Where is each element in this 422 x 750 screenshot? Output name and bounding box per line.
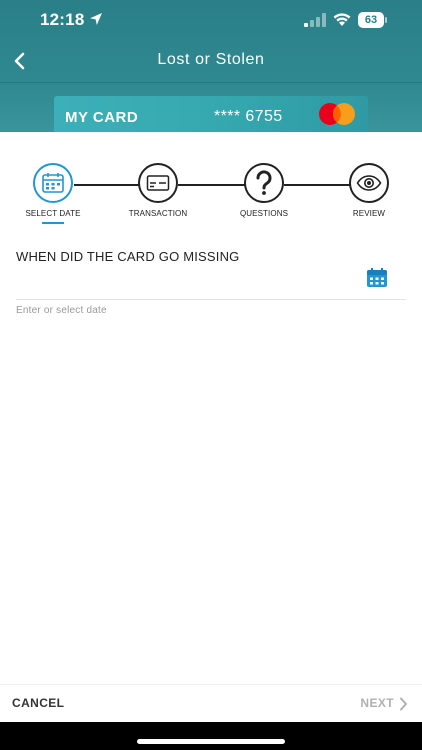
step-label: SELECT DATE	[25, 209, 81, 218]
step-circle	[138, 163, 178, 203]
battery-tip	[385, 17, 387, 23]
chevron-right-icon[interactable]	[399, 697, 408, 711]
active-step-indicator	[42, 222, 64, 224]
home-indicator-area	[0, 722, 422, 750]
step-label: TRANSACTION	[128, 209, 188, 218]
header: 12:18 63 Lost or Stolen MY CARD **** 675…	[0, 0, 422, 132]
card-number: **** 6755	[214, 108, 283, 125]
step-review[interactable]: REVIEW	[329, 162, 409, 232]
page-title: Lost or Stolen	[157, 51, 265, 68]
step-questions[interactable]: QUESTIONS	[224, 162, 304, 232]
card-summary: MY CARD **** 6755	[54, 96, 368, 132]
progress-stepper: SELECT DATE TRANSACTION QUESTIONS REVIEW	[0, 162, 422, 232]
status-bar: 12:18 63	[0, 0, 422, 40]
location-arrow-icon	[90, 13, 102, 25]
header-divider	[0, 82, 422, 83]
step-circle	[244, 163, 284, 203]
main-content: SELECT DATE TRANSACTION QUESTIONS REVIEW…	[0, 132, 422, 684]
card-name: MY CARD	[65, 109, 139, 126]
step-label: QUESTIONS	[239, 209, 289, 218]
credit-card-icon	[146, 175, 170, 191]
step-select-date[interactable]: SELECT DATE	[13, 162, 93, 232]
next-button[interactable]: NEXT	[360, 696, 394, 710]
wifi-icon	[333, 13, 351, 26]
cancel-button[interactable]: CANCEL	[12, 696, 64, 710]
question-mark-icon	[256, 170, 272, 195]
cellular-signal-icon	[304, 13, 326, 27]
calendar-icon	[42, 173, 64, 193]
date-input[interactable]	[16, 266, 406, 300]
step-transaction[interactable]: TRANSACTION	[118, 162, 198, 232]
step-circle	[349, 163, 389, 203]
date-placeholder: Enter or select date	[16, 305, 107, 316]
battery-icon: 63	[358, 12, 388, 28]
step-label: REVIEW	[352, 209, 386, 218]
status-time: 12:18	[40, 10, 85, 29]
home-indicator[interactable]	[137, 739, 285, 744]
eye-icon	[356, 175, 382, 191]
mastercard-logo	[319, 103, 355, 125]
bottom-bar: CANCEL NEXT	[0, 684, 422, 722]
battery-level: 63	[358, 12, 384, 28]
question-label: WHEN DID THE CARD GO MISSING	[16, 249, 240, 264]
calendar-icon[interactable]	[366, 268, 388, 288]
nav-bar: Lost or Stolen	[0, 40, 422, 82]
step-circle	[33, 163, 73, 203]
